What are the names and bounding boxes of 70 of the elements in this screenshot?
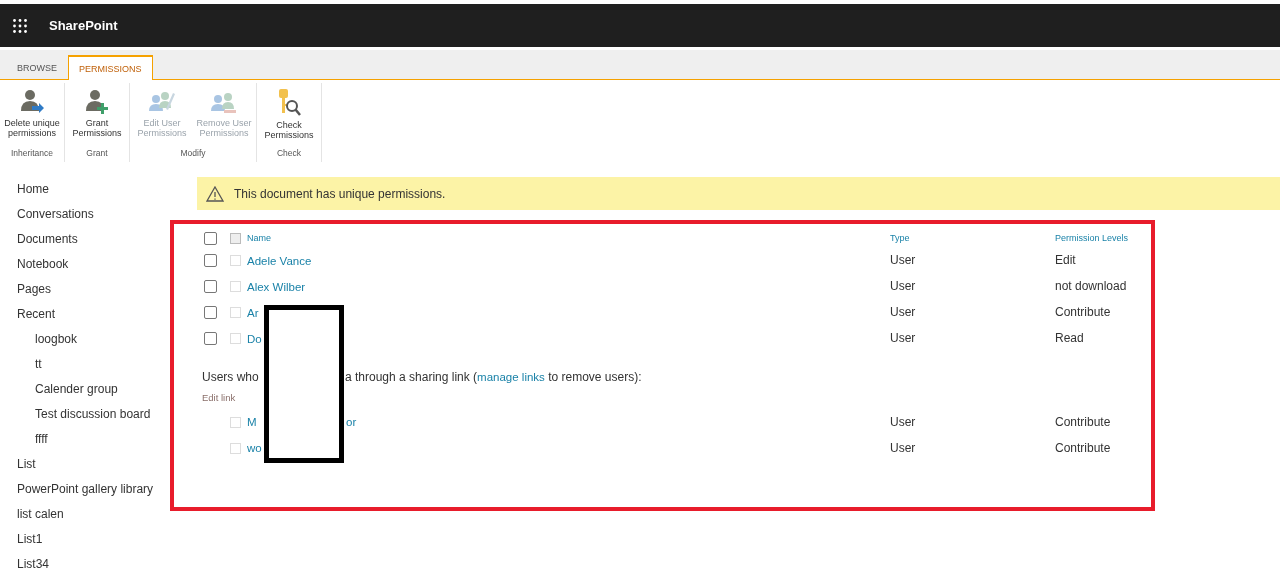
column-checkbox[interactable] [230,232,241,244]
user-name-link[interactable]: or [346,416,357,428]
nav-link[interactable]: PowerPoint gallery library [17,477,154,502]
warning-icon [206,185,224,202]
ribbon-group-label: Check [276,148,302,158]
table-cell: User [890,279,916,293]
user-name-link[interactable]: wo [247,442,262,454]
banner-text: This document has unique permissions. [234,186,446,201]
nav-link[interactable]: list calen [17,502,64,527]
table-cell: Contribute [1055,305,1111,319]
key-magnifier-icon [276,89,302,117]
table-cell: Edit [1055,253,1076,267]
user-name-link[interactable]: Ar [247,307,259,319]
app-launcher-icon[interactable] [13,18,27,33]
row-checkbox[interactable] [204,305,217,319]
ribbon-button[interactable]: Check Permissions [258,87,320,148]
row-selector[interactable] [230,280,241,292]
nav-link[interactable]: Conversations [17,202,94,227]
row-checkbox[interactable] [204,279,217,293]
column-header[interactable]: Name [247,233,271,243]
app-title[interactable]: SharePoint [49,18,118,33]
nav-link[interactable]: Home [17,177,49,202]
table-cell: Contribute [1055,441,1111,455]
ribbon-tab[interactable]: PERMISSIONS [68,55,153,80]
row-checkbox[interactable] [204,331,217,345]
nav-link[interactable]: loogbok [35,327,78,352]
nav-link[interactable]: List [17,452,36,477]
table-cell: User [890,331,916,345]
user-name-link[interactable]: Do [247,333,262,345]
row-selector[interactable] [230,332,241,344]
row-selector[interactable] [230,416,241,428]
column-header[interactable]: Permission Levels [1055,233,1129,243]
manage-links-link[interactable]: manage links [477,371,545,383]
column-header[interactable]: Type [890,233,910,243]
link-group-label: Edit link [201,392,237,403]
nav-link[interactable]: Pages [17,277,52,302]
person-arrow-icon [20,89,44,115]
ribbon-group-label: Grant [86,148,108,158]
row-selector[interactable] [230,442,241,454]
table-cell: User [890,441,916,455]
row-checkbox[interactable] [204,253,217,267]
table-cell: User [890,305,916,319]
nav-link[interactable]: List34 [17,552,50,572]
nav-link[interactable]: List1 [17,527,43,552]
nav-link[interactable]: Calender group [35,377,118,402]
row-selector[interactable] [230,306,241,318]
user-name-link[interactable]: Adele Vance [247,255,312,267]
nav-link[interactable]: tt [35,352,42,377]
ribbon-button[interactable]: Grant Permissions [66,87,128,148]
nav-link[interactable]: ffff [35,427,48,452]
user-name-link[interactable]: Alex Wilber [247,281,306,293]
ribbon-button[interactable]: Delete unique permissions [1,87,63,148]
table-cell: not download [1055,279,1127,293]
nav-link[interactable]: Notebook [17,252,69,277]
nav-link[interactable]: Documents [17,227,78,252]
nav-link[interactable]: Recent [17,302,56,327]
sharing-note-start: Users who [202,370,259,384]
nav-link[interactable]: Test discussion board [35,402,151,427]
user-name-link[interactable]: M [247,416,257,428]
ribbon-group-label: Modify [180,148,206,158]
person-plus-icon [85,89,109,115]
row-selector[interactable] [230,254,241,266]
table-cell: User [890,415,916,429]
select-all-checkbox[interactable] [204,231,217,245]
table-cell: Read [1055,331,1084,345]
table-cell: User [890,253,916,267]
sharing-note: a through a sharing link (manage links to remove users): [345,370,642,384]
ribbon-tab[interactable]: BROWSE [6,55,68,80]
ribbon-group-label: Inheritance [10,148,54,158]
table-cell: Contribute [1055,415,1111,429]
